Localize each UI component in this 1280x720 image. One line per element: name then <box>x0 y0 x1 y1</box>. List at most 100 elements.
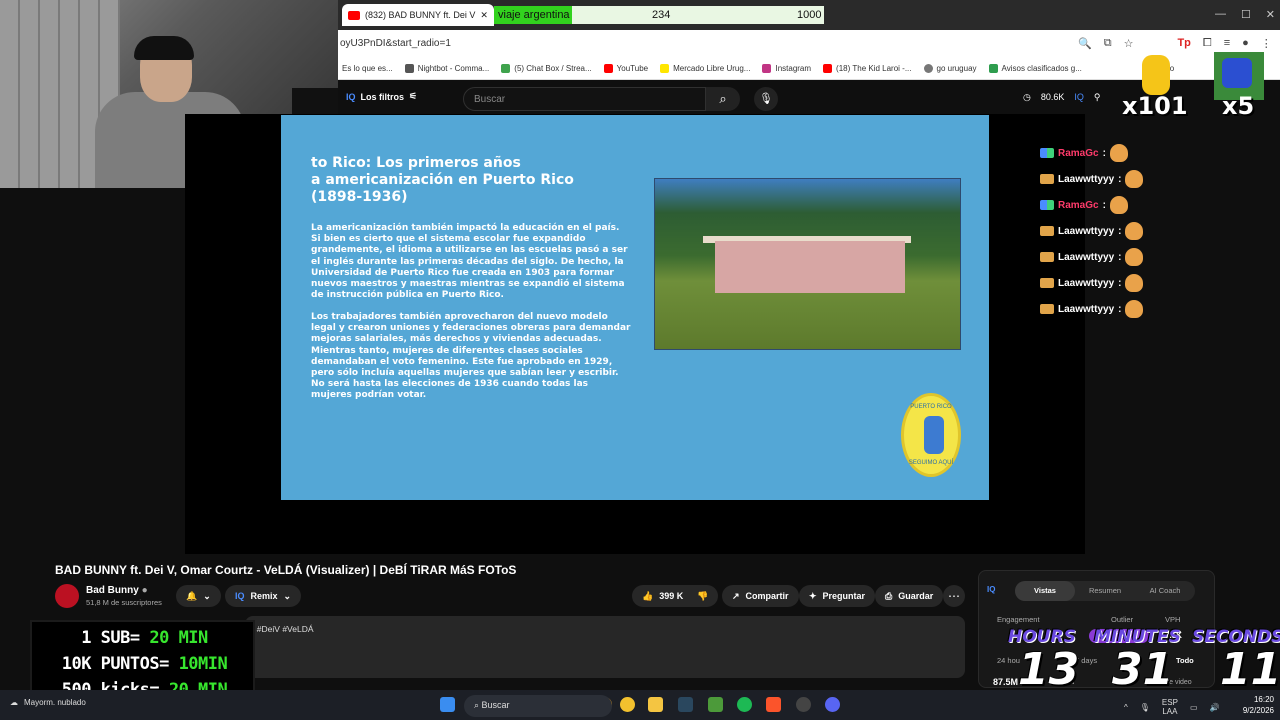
channel-name[interactable]: Bad Bunny ● <box>86 585 148 596</box>
vph-label: VPH <box>1165 615 1181 624</box>
chat-colon: : <box>1118 277 1122 289</box>
ask-button[interactable]: ✦ Preguntar <box>799 585 876 607</box>
search-input[interactable]: Buscar <box>463 87 706 111</box>
timer-seconds: 11 <box>1220 644 1280 695</box>
bookmark-item[interactable]: Es lo que es... <box>342 64 393 73</box>
iq-icon[interactable]: IQ <box>1074 92 1084 103</box>
taskbar-search[interactable]: ⌕ Buscar <box>464 695 612 717</box>
chat-username[interactable]: Laawwttyyy <box>1058 278 1114 289</box>
weather-widget[interactable]: ☁ Mayorm. nublado <box>10 698 86 707</box>
clock-icon: ◷ <box>1023 92 1031 102</box>
outlier-label: Outlier <box>1111 615 1134 624</box>
chat-username[interactable]: Laawwttyyy <box>1058 304 1114 315</box>
channel-avatar[interactable] <box>55 584 79 608</box>
obs-icon[interactable] <box>796 697 811 712</box>
slide-paragraph: La americanización también impactó la ed… <box>311 223 628 301</box>
rule-value: 20 MIN <box>149 628 208 648</box>
bookmark-item[interactable]: Nightbot - Comma... <box>404 64 489 73</box>
remix-button[interactable]: IQ Remix ⌄ <box>225 585 302 607</box>
microphone-icon[interactable]: 🎙 <box>754 87 778 111</box>
seal-bottom-text: SEGUIMO AQUÍ <box>908 460 954 466</box>
bookmark-item[interactable]: Mercado Libre Urug... <box>660 64 750 73</box>
gallito-icon <box>988 64 998 73</box>
bookmark-item[interactable]: go uruguay <box>923 64 977 73</box>
lang-text: ESP <box>1161 698 1178 707</box>
extensions-icon[interactable]: ⧠ <box>1203 37 1212 50</box>
ask-label: Preguntar <box>822 591 866 601</box>
minimize-icon[interactable]: — <box>1215 8 1226 21</box>
pin-icon[interactable]: ⚲ <box>1094 92 1101 103</box>
chat-colon: : <box>1118 225 1122 237</box>
like-button[interactable]: 👍 399 K 👎 <box>632 585 719 607</box>
tab-vistas[interactable]: Vistas <box>1015 581 1075 601</box>
bookmark-item[interactable]: (5) Chat Box / Strea... <box>501 64 592 73</box>
more-options-icon[interactable]: ⋯ <box>943 585 965 607</box>
header-views: 80.6K <box>1040 92 1065 102</box>
filters-button[interactable]: IQ Los filtros ⚟ <box>346 91 417 102</box>
url-text[interactable]: oyU3PnDI&start_radio=1 <box>340 38 451 49</box>
clock[interactable]: 16:20 9/2/2026 <box>1228 694 1274 716</box>
extension-tp-icon[interactable]: Tp <box>1177 37 1190 50</box>
youtube-icon <box>823 64 833 73</box>
chrome-icon[interactable] <box>620 697 635 712</box>
bookmark-icon: ⎙ <box>885 590 893 601</box>
chat-username[interactable]: RamaGc <box>1058 148 1099 159</box>
tab-youtube[interactable]: (832) BAD BUNNY ft. Dei V ✕ <box>342 4 494 26</box>
clock-date: 9/2/2026 <box>1242 706 1274 715</box>
minecraft-icon[interactable] <box>708 697 723 712</box>
range-24h[interactable]: 24 hou <box>997 656 1020 665</box>
language-indicator[interactable]: ESP LAA <box>1162 698 1178 716</box>
multiplier-b: x5 <box>1222 92 1255 120</box>
star-icon[interactable]: ☆ <box>1124 37 1134 50</box>
notification-button[interactable]: 🔔 ⌄ <box>176 585 221 607</box>
description-box[interactable]: rtz #DeiV #VeLDÁ <box>245 616 965 678</box>
share-button[interactable]: ↗ Compartir <box>722 585 799 607</box>
search-icon[interactable]: ⌕ <box>706 87 740 111</box>
discord-icon[interactable] <box>825 697 840 712</box>
bookmark-item[interactable]: (18) The Kid Laroi -... <box>823 64 912 73</box>
chat-badge-icon <box>1040 148 1054 158</box>
install-icon[interactable]: ⧉ <box>1104 37 1112 50</box>
search-icon: ⌕ <box>474 700 482 710</box>
thumbs-down-icon[interactable]: 👎 <box>697 591 708 602</box>
close-window-icon[interactable]: ✕ <box>1266 8 1275 21</box>
chat-colon: : <box>1118 173 1122 185</box>
bookmarks-bar: Es lo que es... Nightbot - Comma... (5) … <box>338 58 1280 80</box>
volume-icon[interactable]: 🔊 <box>1210 703 1220 712</box>
profile-avatar-icon[interactable]: ● <box>1242 37 1249 50</box>
chat-username[interactable]: RamaGc <box>1058 200 1099 211</box>
extension-iq-icon: IQ <box>346 91 356 102</box>
file-explorer-icon[interactable] <box>648 697 663 712</box>
save-button[interactable]: ⎙ Guardar <box>875 585 944 607</box>
menu-icon[interactable]: ⋮ <box>1261 37 1272 50</box>
bookmark-item[interactable]: YouTube <box>603 64 648 73</box>
spotify-icon[interactable] <box>737 697 752 712</box>
range-all[interactable]: Todo <box>1176 656 1194 665</box>
reading-list-icon[interactable]: ≡ <box>1224 37 1230 50</box>
character-sticker <box>1142 55 1170 95</box>
chat-colon: : <box>1118 303 1122 315</box>
close-icon[interactable]: ✕ <box>480 10 488 21</box>
tab-ai-coach[interactable]: AI Coach <box>1135 581 1195 601</box>
chat-username[interactable]: Laawwttyyy <box>1058 174 1114 185</box>
microphone-icon[interactable]: 🎙 <box>1140 703 1150 712</box>
chevron-up-icon[interactable]: ^ <box>1124 703 1128 712</box>
steam-icon[interactable] <box>678 697 693 712</box>
windows-start-icon[interactable] <box>440 697 455 712</box>
monitor-icon[interactable]: ▭ <box>1190 703 1198 712</box>
layout-text: LAA <box>1162 707 1178 716</box>
maximize-icon[interactable]: ☐ <box>1241 8 1251 21</box>
chat-username[interactable]: Laawwttyyy <box>1058 252 1114 263</box>
chat-username[interactable]: Laawwttyyy <box>1058 226 1114 237</box>
zoom-icon[interactable]: 🔍 <box>1078 37 1092 50</box>
chat-badge-icon <box>1040 304 1054 314</box>
tab-resumen[interactable]: Resumen <box>1075 581 1135 601</box>
chevron-down-icon: ⌄ <box>203 590 211 601</box>
rule-row: 1 SUB= 20 MIN <box>32 628 257 648</box>
bookmark-item[interactable]: Avisos clasificados g... <box>988 64 1082 73</box>
bookmark-item[interactable]: Instagram <box>762 64 811 73</box>
brave-icon[interactable] <box>766 697 781 712</box>
streamlabs-icon <box>501 64 511 73</box>
chevron-down-icon: ⌄ <box>283 590 292 601</box>
chat-badge-icon <box>1040 226 1054 236</box>
